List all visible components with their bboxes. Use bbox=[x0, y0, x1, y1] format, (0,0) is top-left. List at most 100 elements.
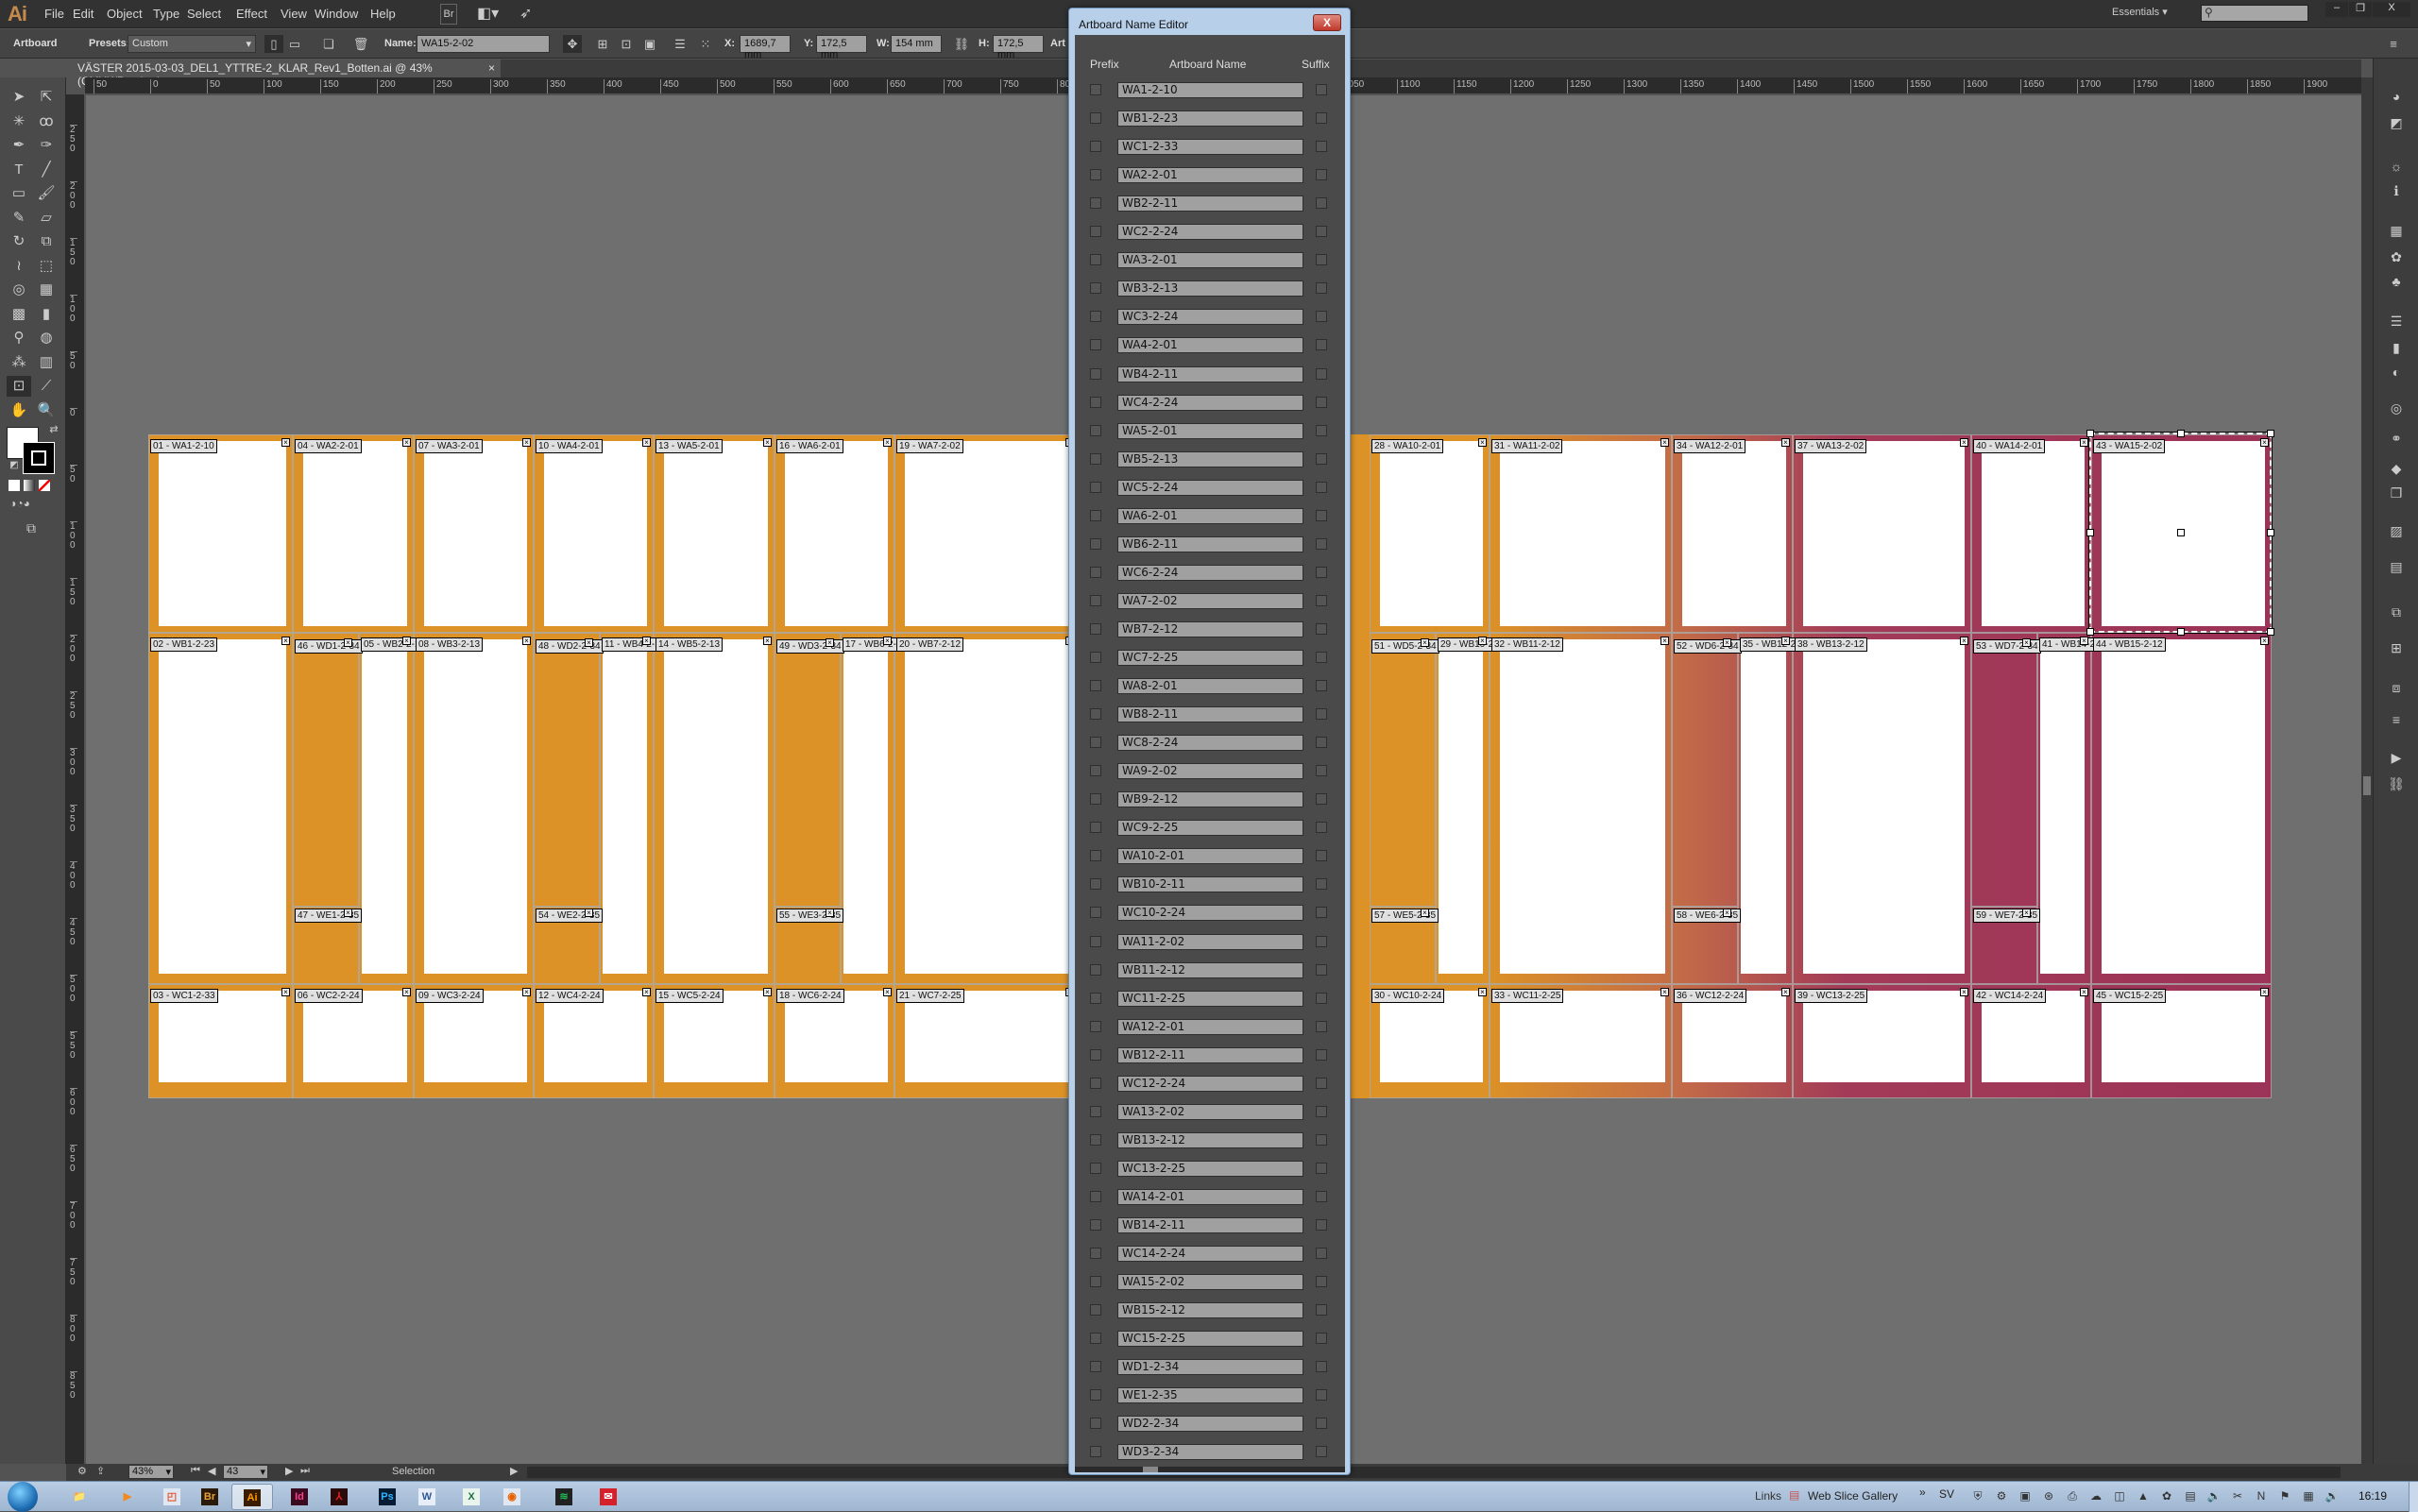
resize-handle[interactable] bbox=[2086, 628, 2094, 636]
word-taskbar-icon[interactable]: W bbox=[406, 1484, 448, 1510]
menu-help[interactable]: Help bbox=[370, 7, 396, 21]
artboard-label[interactable]: 28 - WA10-2-01 bbox=[1371, 439, 1444, 453]
line-segment-tool-icon[interactable]: ╱ bbox=[34, 160, 59, 180]
artboard-wd[interactable] bbox=[775, 633, 841, 907]
acrobat-taskbar-icon[interactable]: ⅄ bbox=[318, 1484, 360, 1510]
landscape-orientation-icon[interactable]: ▭ bbox=[285, 35, 304, 53]
artboard[interactable] bbox=[894, 434, 1077, 633]
color-panel-icon[interactable]: ◕ bbox=[2387, 87, 2406, 106]
artboard-name-field[interactable]: WC3-2-24 bbox=[1117, 309, 1303, 326]
artboard-close-icon[interactable]: × bbox=[1660, 988, 1669, 996]
links-toolbar[interactable]: Links bbox=[1755, 1489, 1781, 1503]
media-player-taskbar-icon[interactable]: ▶ bbox=[107, 1484, 148, 1510]
suffix-checkbox[interactable] bbox=[1316, 765, 1327, 777]
artboard-name-field[interactable]: WB14-2-11 bbox=[1117, 1217, 1303, 1233]
wifi-sync-tray-icon[interactable]: ◫ bbox=[2111, 1487, 2128, 1504]
artboard[interactable] bbox=[1370, 434, 1490, 633]
scale-tool-icon[interactable]: ⧉ bbox=[34, 231, 59, 252]
gradient-tool-icon[interactable]: ▮ bbox=[34, 304, 59, 325]
artboard-label[interactable]: 37 - WA13-2-02 bbox=[1795, 439, 1867, 453]
panel-menu-icon[interactable]: ≡ bbox=[2384, 35, 2403, 53]
artboard-close-icon[interactable]: × bbox=[1781, 438, 1790, 447]
suffix-checkbox[interactable] bbox=[1316, 1361, 1327, 1373]
type-tool-icon[interactable]: T bbox=[7, 160, 31, 180]
action-center-flag-tray-icon[interactable]: ⚑ bbox=[2276, 1487, 2293, 1504]
artboard-label[interactable]: 19 - WA7-2-02 bbox=[896, 439, 963, 453]
prefix-checkbox[interactable] bbox=[1090, 1446, 1101, 1458]
prefix-checkbox[interactable] bbox=[1090, 254, 1101, 266]
prefix-checkbox[interactable] bbox=[1090, 1219, 1101, 1231]
w-input[interactable]: 154 mm bbox=[891, 35, 942, 53]
default-fill-stroke-icon[interactable]: ◩ bbox=[2, 455, 26, 476]
artboard-name-input[interactable]: WA15-2-02 bbox=[417, 35, 550, 53]
suffix-checkbox[interactable] bbox=[1316, 1446, 1327, 1458]
show-center-mark-icon[interactable]: ⊞ bbox=[593, 35, 612, 53]
artboard-close-icon[interactable]: × bbox=[1960, 438, 1968, 447]
artboard-options-icon[interactable]: ☰ bbox=[671, 35, 690, 53]
network-tray-icon[interactable]: ▦ bbox=[2300, 1487, 2317, 1504]
artboard-wd[interactable] bbox=[293, 633, 359, 907]
prefix-checkbox[interactable] bbox=[1090, 793, 1101, 806]
artboard[interactable] bbox=[148, 633, 293, 984]
artboard[interactable] bbox=[654, 434, 775, 633]
artboard-name-field[interactable]: WD1-2-34 bbox=[1117, 1359, 1303, 1376]
artboard-close-icon[interactable]: × bbox=[2022, 909, 2031, 917]
artboard-wd[interactable] bbox=[1672, 633, 1738, 907]
artboard-name-field[interactable]: WC14-2-24 bbox=[1117, 1246, 1303, 1263]
artboard-close-icon[interactable]: × bbox=[826, 638, 834, 647]
prefix-checkbox[interactable] bbox=[1090, 1105, 1101, 1117]
artboard-name-field[interactable]: WC6-2-24 bbox=[1117, 564, 1303, 581]
artboard-name-field[interactable]: WA1-2-10 bbox=[1117, 82, 1303, 98]
artboard-name-field[interactable]: WC5-2-24 bbox=[1117, 479, 1303, 496]
artboard[interactable] bbox=[1672, 434, 1793, 633]
transform-panel-icon[interactable]: ▦ bbox=[2387, 221, 2406, 240]
mesh-tool-icon[interactable]: ▩ bbox=[7, 304, 31, 325]
artboard-name-field[interactable]: WB8-2-11 bbox=[1117, 706, 1303, 723]
artboard-name-field[interactable]: WA6-2-01 bbox=[1117, 507, 1303, 524]
artboard-close-icon[interactable]: × bbox=[344, 909, 352, 917]
artboard-close-icon[interactable]: × bbox=[402, 438, 411, 447]
toolbar-overflow-button[interactable]: » bbox=[1919, 1486, 1926, 1499]
artboard[interactable] bbox=[600, 633, 654, 984]
layers-panel-icon[interactable]: ◆ bbox=[2387, 459, 2406, 478]
paintbrush-tool-icon[interactable]: 🖌 bbox=[34, 183, 59, 204]
menu-window[interactable]: Window bbox=[315, 7, 358, 21]
prefix-checkbox[interactable] bbox=[1090, 1389, 1101, 1402]
hand-tool-icon[interactable]: ✋ bbox=[7, 400, 31, 421]
artboard-close-icon[interactable]: × bbox=[642, 988, 651, 996]
artboard-name-field[interactable]: WC7-2-25 bbox=[1117, 650, 1303, 666]
close-document-icon[interactable]: × bbox=[488, 61, 495, 75]
firefox-taskbar-icon[interactable]: ◉ bbox=[491, 1484, 533, 1510]
artboard-name-field[interactable]: WA14-2-01 bbox=[1117, 1188, 1303, 1205]
artboard[interactable] bbox=[654, 633, 775, 984]
artboard-label[interactable]: 03 - WC1-2-33 bbox=[150, 989, 218, 1003]
blend-tool-icon[interactable]: ◍ bbox=[34, 328, 59, 348]
prefix-checkbox[interactable] bbox=[1090, 367, 1101, 380]
suffix-checkbox[interactable] bbox=[1316, 1304, 1327, 1317]
artboard[interactable] bbox=[293, 434, 414, 633]
artboard-close-icon[interactable]: × bbox=[522, 988, 531, 996]
tools-tray-icon[interactable]: ✂ bbox=[2229, 1487, 2246, 1504]
artboard-close-icon[interactable]: × bbox=[281, 637, 290, 645]
artboard-name-field[interactable]: WA12-2-01 bbox=[1117, 1018, 1303, 1035]
artboard-label[interactable]: 34 - WA12-2-01 bbox=[1674, 439, 1746, 453]
menu-effect[interactable]: Effect bbox=[236, 7, 267, 21]
display-tray-icon[interactable]: ▤ bbox=[2182, 1487, 2199, 1504]
artboard-close-icon[interactable]: × bbox=[281, 988, 290, 996]
artboard-label[interactable]: 18 - WC6-2-24 bbox=[776, 989, 844, 1003]
resize-handle[interactable] bbox=[2267, 628, 2274, 636]
artboard-close-icon[interactable]: × bbox=[1723, 909, 1731, 917]
artboard-name-field[interactable]: WC1-2-33 bbox=[1117, 139, 1303, 156]
artboard-close-icon[interactable]: × bbox=[1960, 637, 1968, 645]
artboard-label[interactable]: 38 - WB13-2-12 bbox=[1795, 637, 1867, 652]
prefix-checkbox[interactable] bbox=[1090, 1162, 1101, 1174]
artboard-label[interactable]: 13 - WA5-2-01 bbox=[656, 439, 723, 453]
artboard-label[interactable]: 31 - WA11-2-02 bbox=[1491, 439, 1563, 453]
artboard-navigation-input[interactable]: 43 ▾ bbox=[223, 1465, 268, 1479]
Ps-taskbar-icon[interactable]: Ps bbox=[366, 1484, 408, 1510]
web-slice-gallery-link[interactable]: Web Slice Gallery bbox=[1808, 1489, 1898, 1503]
prefix-checkbox[interactable] bbox=[1090, 197, 1101, 210]
artboard[interactable] bbox=[1490, 434, 1672, 633]
artboard-close-icon[interactable]: × bbox=[883, 988, 892, 996]
artboard-name-field[interactable]: WC15-2-25 bbox=[1117, 1331, 1303, 1348]
